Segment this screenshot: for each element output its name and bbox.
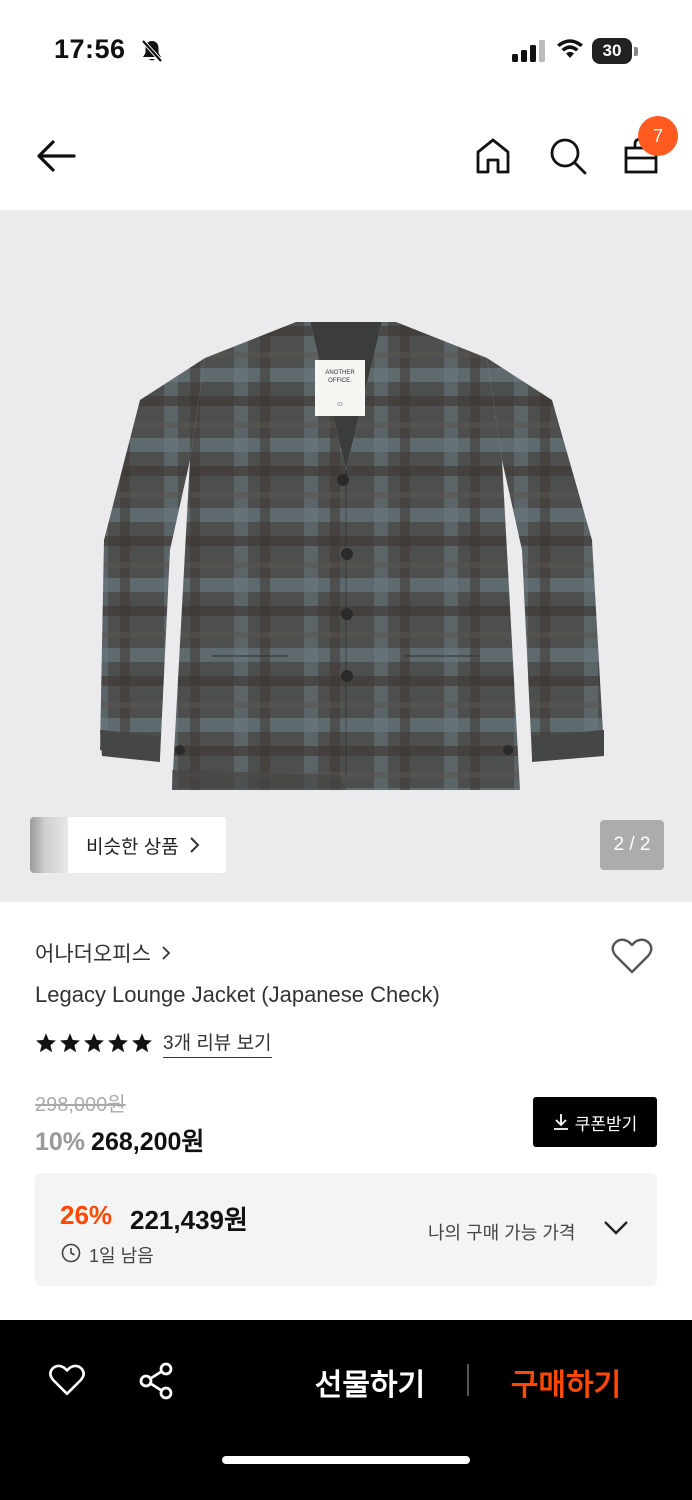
- bell-muted-icon: [141, 39, 163, 63]
- battery-cap: [634, 47, 638, 56]
- home-indicator[interactable]: [222, 1456, 470, 1464]
- status-bar: 17:56 30: [0, 0, 692, 100]
- svg-text:ANOTHER: ANOTHER: [325, 370, 355, 376]
- product-image-gallery[interactable]: ANOTHER OFFICE. 02 비슷한 상품 2 / 2: [0, 210, 692, 902]
- rating-row: 3개 리뷰 보기: [35, 1028, 272, 1058]
- gift-button[interactable]: 선물하기: [300, 1360, 440, 1404]
- rating-stars: [35, 1032, 153, 1054]
- discount-rate: 10%: [35, 1128, 86, 1156]
- chevron-down-icon: [604, 1221, 628, 1235]
- product-image: ANOTHER OFFICE. 02: [100, 322, 604, 790]
- svg-text:OFFICE.: OFFICE.: [328, 378, 352, 384]
- wishlist-heart-icon[interactable]: [610, 936, 654, 976]
- original-price: 298,000원: [35, 1094, 126, 1116]
- review-link[interactable]: 3개 리뷰 보기: [163, 1028, 272, 1058]
- brand-link[interactable]: 어나더오피스: [35, 938, 171, 968]
- bottom-action-bar: 선물하기 구매하기: [0, 1320, 692, 1500]
- similar-product-thumbnail: [30, 817, 68, 873]
- wishlist-heart-icon[interactable]: [48, 1362, 86, 1398]
- home-icon[interactable]: [474, 136, 512, 176]
- my-discount-rate: 26%: [60, 1200, 113, 1230]
- battery-level: 30: [602, 41, 622, 60]
- price-row: 10% 268,200원: [35, 1122, 204, 1158]
- star-icon: [108, 1033, 128, 1053]
- share-icon[interactable]: [138, 1362, 176, 1400]
- similar-products-button[interactable]: 비슷한 상품: [30, 817, 226, 873]
- coupon-download-button[interactable]: 쿠폰받기: [533, 1097, 657, 1147]
- status-time: 17:56: [54, 34, 126, 64]
- brand-name: 어나더오피스: [35, 943, 151, 966]
- cart-count-badge: 7: [638, 116, 678, 156]
- image-page-indicator: 2 / 2: [600, 820, 664, 870]
- back-arrow-icon[interactable]: [34, 136, 78, 176]
- wifi-icon: [557, 39, 583, 58]
- svg-text:02: 02: [337, 402, 343, 408]
- star-icon: [60, 1033, 80, 1053]
- star-icon: [84, 1033, 104, 1053]
- product-title: Legacy Lounge Jacket (Japanese Check): [35, 982, 440, 1007]
- top-navigation: 7: [0, 100, 692, 210]
- cellular-signal-icon: [512, 40, 545, 62]
- my-price: 221,439원: [130, 1205, 248, 1235]
- divider: [467, 1364, 469, 1396]
- battery-indicator: 30: [592, 38, 638, 64]
- clock-icon: [61, 1243, 81, 1263]
- chevron-right-icon: [189, 837, 200, 853]
- coupon-label: 쿠폰받기: [574, 1114, 638, 1134]
- my-price-panel[interactable]: 26% 221,439원 1일 남음 나의 구매 가능 가격: [35, 1173, 657, 1286]
- star-icon: [36, 1033, 56, 1053]
- my-price-label: 나의 구매 가능 가격: [428, 1223, 576, 1243]
- star-icon: [132, 1033, 152, 1053]
- search-icon[interactable]: [548, 136, 588, 176]
- chevron-right-icon: [162, 946, 171, 960]
- similar-products-label: 비슷한 상품: [86, 836, 179, 858]
- buy-button[interactable]: 구매하기: [494, 1360, 638, 1404]
- time-remaining: 1일 남음: [89, 1246, 154, 1266]
- sale-price: 268,200원: [91, 1128, 205, 1156]
- download-icon: [553, 1114, 568, 1130]
